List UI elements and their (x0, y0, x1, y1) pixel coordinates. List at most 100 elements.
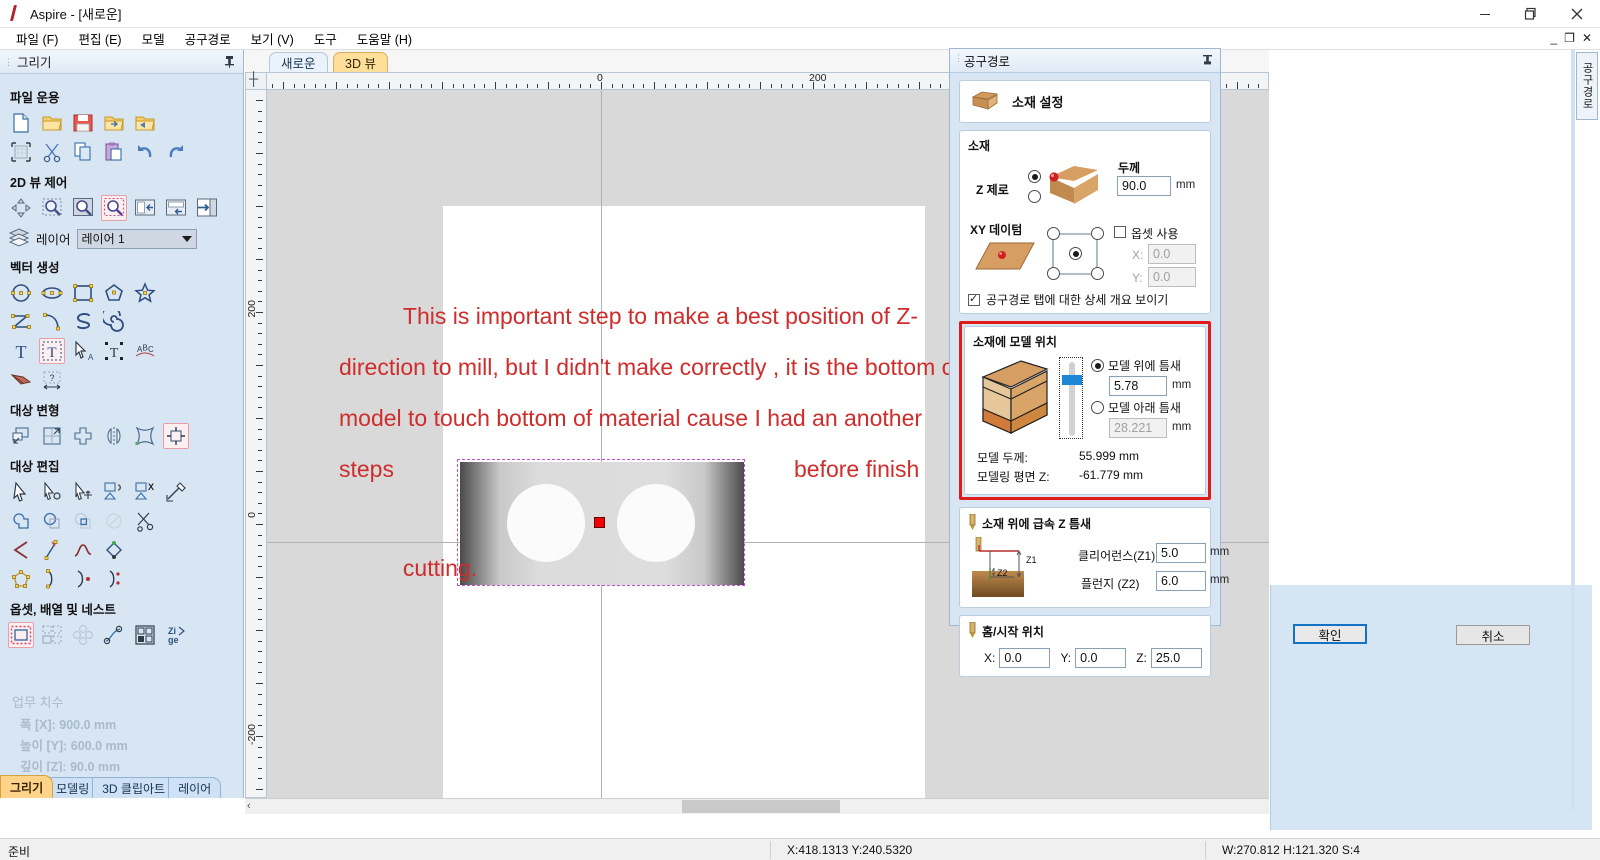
close-vector-icon[interactable]: X (132, 479, 158, 505)
node-direction-icon[interactable] (101, 566, 127, 592)
save-file-icon[interactable] (70, 110, 96, 136)
export-file-icon[interactable] (132, 110, 158, 136)
redo-icon[interactable] (163, 139, 189, 165)
move-object-icon[interactable] (8, 423, 34, 449)
draw-polyline-icon[interactable] (8, 309, 34, 335)
home-x-input[interactable]: 0.0 (999, 648, 1051, 668)
trim-icon[interactable] (132, 508, 158, 534)
curve-sharp-icon[interactable] (8, 537, 34, 563)
horizontal-scrollbar[interactable]: ‹ (245, 798, 1269, 814)
mdi-minimize-icon[interactable]: _ (1550, 32, 1557, 44)
show-summary-checkbox[interactable] (968, 292, 980, 306)
copy-icon[interactable] (70, 139, 96, 165)
z-zero-bottom-radio[interactable] (1028, 190, 1041, 203)
pin-icon[interactable] (1202, 53, 1213, 69)
cut-icon[interactable] (39, 139, 65, 165)
draw-arc-icon[interactable] (39, 309, 65, 335)
vertical-ruler[interactable]: 200 0 -200 (245, 90, 267, 798)
cancel-button[interactable]: 취소 (1456, 625, 1530, 645)
import-file-icon[interactable] (101, 110, 127, 136)
weld-union-icon[interactable] (8, 508, 34, 534)
draw-curve-icon[interactable] (70, 309, 96, 335)
datum-bottom-right-radio[interactable] (1091, 267, 1104, 280)
nest-vectors-icon[interactable] (132, 622, 158, 648)
polygon-nodes-icon[interactable] (8, 566, 34, 592)
draw-star-icon[interactable] (132, 280, 158, 306)
smooth-node-icon[interactable] (70, 537, 96, 563)
zoom-previous-icon[interactable] (132, 195, 158, 221)
move-node-icon[interactable] (70, 479, 96, 505)
right-vertical-tab-toolpath[interactable]: 공구경로 (1576, 52, 1598, 120)
use-offset-checkbox[interactable] (1114, 226, 1126, 238)
gap-above-radio[interactable] (1091, 359, 1104, 372)
menu-item-tools[interactable]: 도구 (304, 27, 347, 50)
zoom-extents-icon[interactable] (39, 195, 65, 221)
doc-tab-3d-view[interactable]: 3D 뷰 (333, 52, 388, 72)
weld-subtract-icon[interactable] (39, 508, 65, 534)
gap-below-radio[interactable] (1091, 401, 1104, 414)
home-z-input[interactable]: 25.0 (1150, 648, 1202, 668)
menu-item-view[interactable]: 보기 (V) (241, 27, 304, 50)
drag-grip-icon[interactable]: ⋮ (954, 54, 963, 63)
pin-icon[interactable] (224, 55, 235, 71)
menu-item-file[interactable]: 파일 (F) (6, 27, 68, 50)
thickness-input[interactable]: 90.0 (1117, 176, 1171, 196)
select-all-icon[interactable] (8, 139, 34, 165)
array-along-curve-icon[interactable] (101, 622, 127, 648)
start-node-icon[interactable] (39, 566, 65, 592)
drag-grip-icon[interactable]: ⋮ (4, 57, 14, 66)
menu-item-model[interactable]: 모델 (132, 27, 175, 50)
offset-vectors-icon[interactable] (8, 622, 34, 648)
draw-spiral-icon[interactable] (101, 309, 127, 335)
slider-thumb[interactable] (1062, 375, 1082, 385)
zoom-page-icon[interactable] (163, 195, 189, 221)
draw-polygon-icon[interactable] (101, 280, 127, 306)
zoom-drawing-icon[interactable] (70, 195, 96, 221)
text-edit-icon[interactable]: T (101, 338, 127, 364)
menu-item-toolpath[interactable]: 공구경로 (175, 27, 241, 50)
layer-combo[interactable]: 레이어 1 (76, 228, 197, 249)
fillet-icon[interactable] (101, 508, 127, 534)
undo-icon[interactable] (132, 139, 158, 165)
datum-top-right-radio[interactable] (1091, 227, 1104, 240)
scale-object-icon[interactable] (39, 423, 65, 449)
scrollbar-thumb[interactable] (682, 800, 840, 813)
pan-icon[interactable] (8, 195, 34, 221)
draw-rectangle-icon[interactable] (70, 280, 96, 306)
datum-bottom-left-radio[interactable] (1047, 267, 1060, 280)
minimize-icon[interactable] (1462, 0, 1508, 28)
align-object-icon[interactable] (163, 423, 189, 449)
home-y-input[interactable]: 0.0 (1075, 648, 1127, 668)
rotate-object-icon[interactable] (70, 423, 96, 449)
draw-circle-icon[interactable] (8, 280, 34, 306)
insert-node-icon[interactable] (39, 537, 65, 563)
toggle-panel-icon[interactable] (194, 195, 220, 221)
tab-layers[interactable]: 레이어 (168, 777, 222, 798)
draw-cone-icon[interactable] (8, 367, 34, 393)
gap-below-input[interactable]: 28.221 (1109, 418, 1167, 438)
model-position-slider[interactable] (1059, 357, 1083, 439)
measure-tool-icon[interactable] (163, 479, 189, 505)
menu-item-help[interactable]: 도움말 (H) (347, 27, 422, 50)
z-zero-top-radio[interactable] (1028, 170, 1041, 183)
select-tool-icon[interactable] (8, 479, 34, 505)
new-file-icon[interactable] (8, 110, 34, 136)
material-setup-card[interactable]: 소재 설정 (959, 80, 1211, 123)
ruler-origin-button[interactable] (245, 71, 267, 90)
tab-3d-clipart[interactable]: 3D 클립아트 (92, 777, 176, 798)
gap-above-input[interactable]: 5.78 (1109, 376, 1167, 396)
text-select-icon[interactable]: AB (70, 338, 96, 364)
tab-drawing[interactable]: 그리기 (0, 775, 54, 798)
dimension-tool-icon[interactable]: ? (39, 367, 65, 393)
reverse-node-icon[interactable] (70, 566, 96, 592)
paste-icon[interactable] (101, 139, 127, 165)
draw-ellipse-icon[interactable] (39, 280, 65, 306)
datum-center-radio[interactable] (1069, 247, 1082, 260)
node-convert-icon[interactable] (101, 537, 127, 563)
array-copy-icon[interactable] (39, 622, 65, 648)
mirror-object-icon[interactable] (101, 423, 127, 449)
doc-tab-2d-view[interactable]: 새로운 (269, 52, 328, 72)
clearance-input[interactable]: 5.0 (1156, 543, 1206, 563)
scroll-left-icon[interactable]: ‹ (247, 800, 251, 812)
text-on-curve-icon[interactable]: ABC (132, 338, 158, 364)
